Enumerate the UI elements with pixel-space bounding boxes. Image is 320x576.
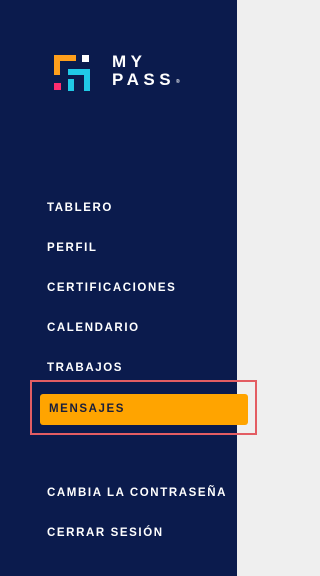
sidebar-nav: TABLERO PERFIL CERTIFICACIONES CALENDARI… (0, 0, 264, 576)
sidebar-item-cerrar-sesion[interactable]: CERRAR SESIÓN (47, 526, 164, 540)
sidebar-item-certificaciones[interactable]: CERTIFICACIONES (47, 281, 176, 295)
sidebar-item-mensajes-label: MENSAJES (49, 403, 126, 415)
sidebar-item-cambiar-contrasena[interactable]: CAMBIA LA CONTRASEÑA (47, 486, 227, 500)
sidebar-item-mensajes[interactable]: MENSAJES (40, 394, 248, 425)
sidebar-item-mensajes-highlight: MENSAJES (30, 380, 257, 435)
sidebar-item-trabajos[interactable]: TRABAJOS (47, 361, 123, 375)
sidebar-item-tablero[interactable]: TABLERO (47, 201, 113, 215)
sidebar-item-calendario[interactable]: CALENDARIO (47, 321, 140, 335)
sidebar-item-perfil[interactable]: PERFIL (47, 241, 98, 255)
